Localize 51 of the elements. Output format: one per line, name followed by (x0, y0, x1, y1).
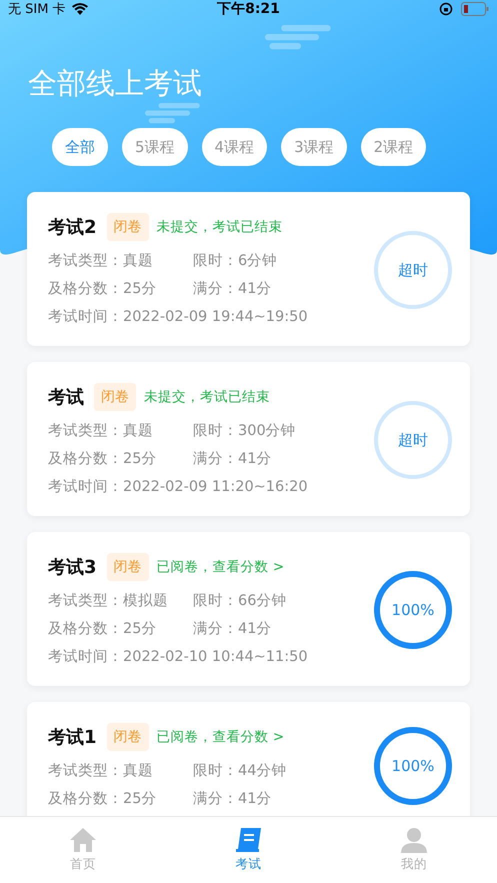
time-limit: 限时：66分钟 (193, 592, 286, 610)
home-icon (68, 827, 97, 853)
carrier-text: 无 SIM 卡 (8, 1, 66, 18)
exam-tag: 闭卷 (106, 213, 149, 241)
page-title: 全部线上考试 (28, 65, 203, 102)
time-limit: 限时：300分钟 (193, 422, 296, 440)
clock-time: 下午8:21 (217, 0, 280, 18)
wifi-icon (72, 3, 88, 15)
exam-status[interactable]: 已阅卷，查看分数 > (156, 558, 284, 576)
exam-name: 考试2 (48, 216, 97, 239)
tab-bar-item[interactable]: 考试 (166, 817, 332, 883)
exam-tag: 闭卷 (106, 723, 149, 751)
pass-score: 及格分数：25分 (48, 790, 158, 808)
exam-card[interactable]: 考试3 闭卷 已阅卷，查看分数 > 考试类型：模拟题 限时：66分钟 及格分数：25分 满分：41分 考试时间：2022-02-10 10:44~11:50 100% (27, 532, 470, 686)
result-ring: 100% (374, 727, 452, 805)
exam-card[interactable]: 考试1 闭卷 已阅卷，查看分数 > 考试类型：真题 限时：44分钟 及格分数：25分 满分：41分 100% (27, 702, 470, 816)
full-score: 满分：41分 (193, 620, 272, 638)
exam-type: 考试类型：模拟题 (48, 592, 169, 610)
rotation-lock-icon (439, 2, 454, 16)
exam-status[interactable]: 已阅卷，查看分数 > (156, 728, 284, 746)
scroll-icon (234, 827, 262, 853)
exam-type: 考试类型：真题 (48, 252, 154, 270)
exam-name: 考试3 (48, 556, 97, 579)
person-icon (400, 827, 428, 853)
full-score: 满分：41分 (193, 790, 272, 808)
exam-time: 考试时间：2022-02-09 11:20~16:20 (48, 478, 308, 496)
result-ring: 超时 (374, 401, 452, 479)
result-ring: 100% (374, 571, 452, 649)
exam-name: 考试1 (48, 726, 97, 749)
pass-score: 及格分数：25分 (48, 280, 158, 298)
exam-type: 考试类型：真题 (48, 762, 154, 780)
tab-bar-item[interactable]: 我的 (331, 817, 497, 883)
pass-score: 及格分数：25分 (48, 450, 158, 468)
result-ring: 超时 (374, 231, 452, 309)
exam-card[interactable]: 考试2 闭卷 未提交，考试已结束 考试类型：真题 限时：6分钟 及格分数：25分 满分：41分 考试时间：2022-02-09 19:44~19:50 超时 (27, 192, 470, 346)
pass-score: 及格分数：25分 (48, 620, 158, 638)
battery-icon (461, 2, 490, 16)
tab-bar-item[interactable]: 首页 (0, 817, 166, 883)
full-score: 满分：41分 (193, 450, 272, 468)
time-limit: 限时：6分钟 (193, 252, 278, 270)
exam-status: 未提交，考试已结束 (156, 218, 283, 236)
exam-tag: 闭卷 (94, 383, 136, 411)
full-score: 满分：41分 (193, 280, 272, 298)
time-limit: 限时：44分钟 (193, 762, 286, 780)
exam-type: 考试类型：真题 (48, 422, 154, 440)
exam-name: 考试 (48, 386, 84, 409)
exam-card[interactable]: 考试 闭卷 未提交，考试已结束 考试类型：真题 限时：300分钟 及格分数：25分 满分：41分 考试时间：2022-02-09 11:20~16:20 超时 (27, 362, 470, 516)
exam-tag: 闭卷 (106, 553, 149, 581)
exam-time: 考试时间：2022-02-09 19:44~19:50 (48, 308, 308, 326)
exam-status: 未提交，考试已结束 (144, 388, 270, 406)
exam-time: 考试时间：2022-02-10 10:44~11:50 (48, 648, 308, 666)
